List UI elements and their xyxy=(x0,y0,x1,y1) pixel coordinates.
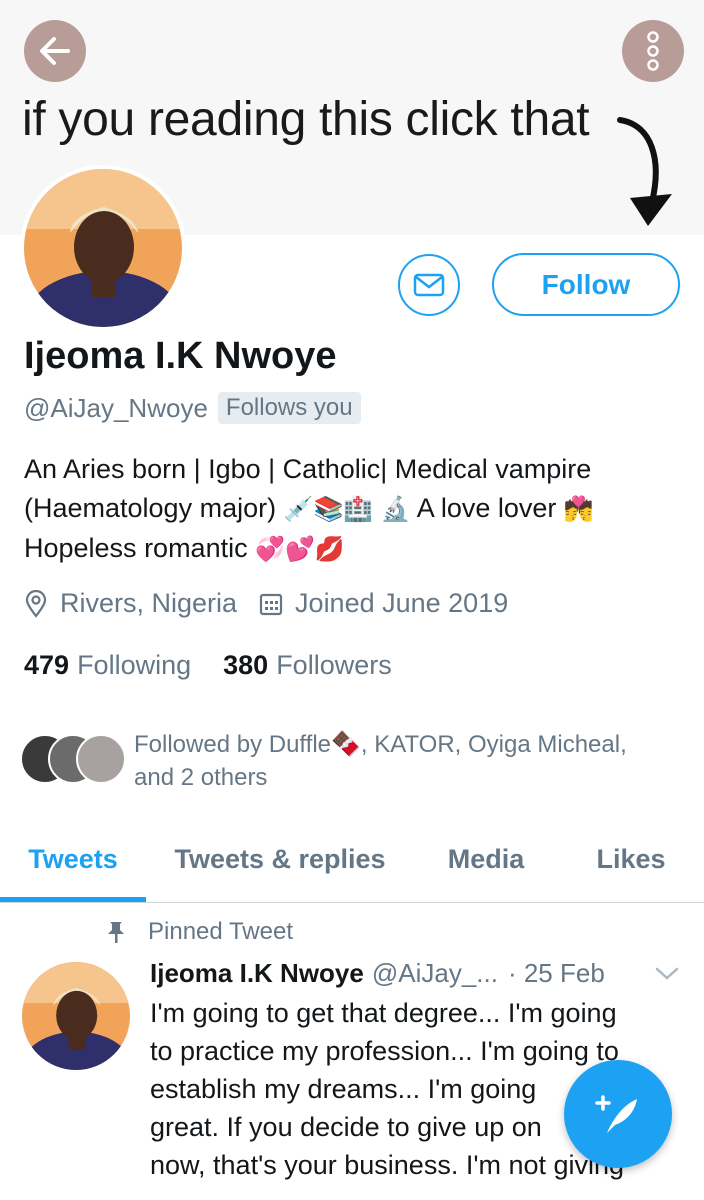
arrow-left-icon xyxy=(40,37,70,65)
avatar xyxy=(76,734,126,784)
follow-button[interactable]: Follow xyxy=(492,253,680,316)
tweet-author-name[interactable]: Ijeoma I.K Nwoye xyxy=(150,958,364,989)
pinned-label: Pinned Tweet xyxy=(148,918,293,945)
location-pin-icon xyxy=(25,589,47,618)
followed-by-line: and 2 others xyxy=(134,764,268,791)
message-button[interactable] xyxy=(398,254,460,316)
compose-tweet-button[interactable] xyxy=(564,1060,672,1168)
bio-text: Hopeless romantic xyxy=(24,533,248,563)
bio-emoji: 💞💕💋 xyxy=(255,535,345,563)
profile-avatar[interactable] xyxy=(20,165,186,331)
bio-text: A love lover xyxy=(416,493,557,523)
profile-meta: Rivers, Nigeria Joined June 2019 xyxy=(24,588,530,619)
compose-feather-icon xyxy=(595,1095,637,1133)
location-text: Rivers, Nigeria xyxy=(60,588,238,618)
calendar-icon xyxy=(259,593,283,615)
curved-arrow-icon xyxy=(617,117,672,226)
following-count[interactable]: 479 xyxy=(24,650,69,681)
tab-media[interactable]: Media xyxy=(414,820,558,898)
tab-likes[interactable]: Likes xyxy=(558,820,704,898)
profile-name: Ijeoma I.K Nwoye xyxy=(24,335,337,377)
avatar-photo xyxy=(22,962,130,1070)
profile-bio: An Aries born | Igbo | Catholic| Medical… xyxy=(24,450,684,569)
profile-tabs: Tweets Tweets & replies Media Likes xyxy=(0,820,704,903)
tab-tweets[interactable]: Tweets xyxy=(0,820,146,902)
bio-text: (Haematology major) xyxy=(24,493,277,523)
banner-caption: if you reading this click that xyxy=(22,93,590,146)
tab-tweets-replies[interactable]: Tweets & replies xyxy=(146,820,414,898)
bio-emoji: 💏 xyxy=(563,495,594,523)
handle-row: @AiJay_Nwoye Follows you xyxy=(24,392,361,424)
envelope-icon xyxy=(413,273,445,297)
followers-count[interactable]: 380 xyxy=(223,650,268,681)
join-date: Joined June 2019 xyxy=(259,588,508,619)
followers-label[interactable]: Followers xyxy=(276,650,392,681)
vertical-dots-icon xyxy=(647,31,659,71)
bio-line: (Haematology major) 💉📚🏥 🔬 A love lover 💏 xyxy=(24,489,684,529)
following-label[interactable]: Following xyxy=(77,650,191,681)
followed-by-line: Followed by Duffle🍫, KATOR, Oyiga Michea… xyxy=(134,731,627,758)
follows-you-badge: Follows you xyxy=(217,392,361,424)
location: Rivers, Nigeria xyxy=(24,588,237,619)
pin-icon xyxy=(108,922,124,943)
tweet-line: I'm going to get that degree... I'm goin… xyxy=(150,998,617,1028)
tweet-line: to practice my profession... I'm going t… xyxy=(150,1036,619,1066)
bio-line: An Aries born | Igbo | Catholic| Medical… xyxy=(24,454,592,484)
profile-handle: @AiJay_Nwoye xyxy=(24,392,208,423)
avatar-photo xyxy=(24,169,182,327)
join-date-text: Joined June 2019 xyxy=(295,588,509,618)
back-button[interactable] xyxy=(24,20,86,82)
bio-line: Hopeless romantic 💞💕💋 xyxy=(24,529,684,569)
mutual-avatars xyxy=(20,734,126,786)
tweet-author-handle[interactable]: @AiJay_... xyxy=(372,958,498,989)
more-options-button[interactable] xyxy=(622,20,684,82)
follow-counts: 479 Following 380 Followers xyxy=(24,650,424,681)
followed-by[interactable]: Followed by Duffle🍫, KATOR, Oyiga Michea… xyxy=(20,728,654,794)
bio-emoji: 💉📚🏥 🔬 xyxy=(283,495,411,523)
tweet-date[interactable]: · 25 Feb xyxy=(508,958,605,989)
followed-by-text: Followed by Duffle🍫, KATOR, Oyiga Michea… xyxy=(134,728,654,794)
tweet-avatar[interactable] xyxy=(22,962,130,1070)
tweet-header: Ijeoma I.K Nwoye @AiJay_... · 25 Feb xyxy=(150,958,605,989)
pinned-indicator: Pinned Tweet xyxy=(106,918,293,946)
chevron-down-icon[interactable] xyxy=(654,966,680,982)
